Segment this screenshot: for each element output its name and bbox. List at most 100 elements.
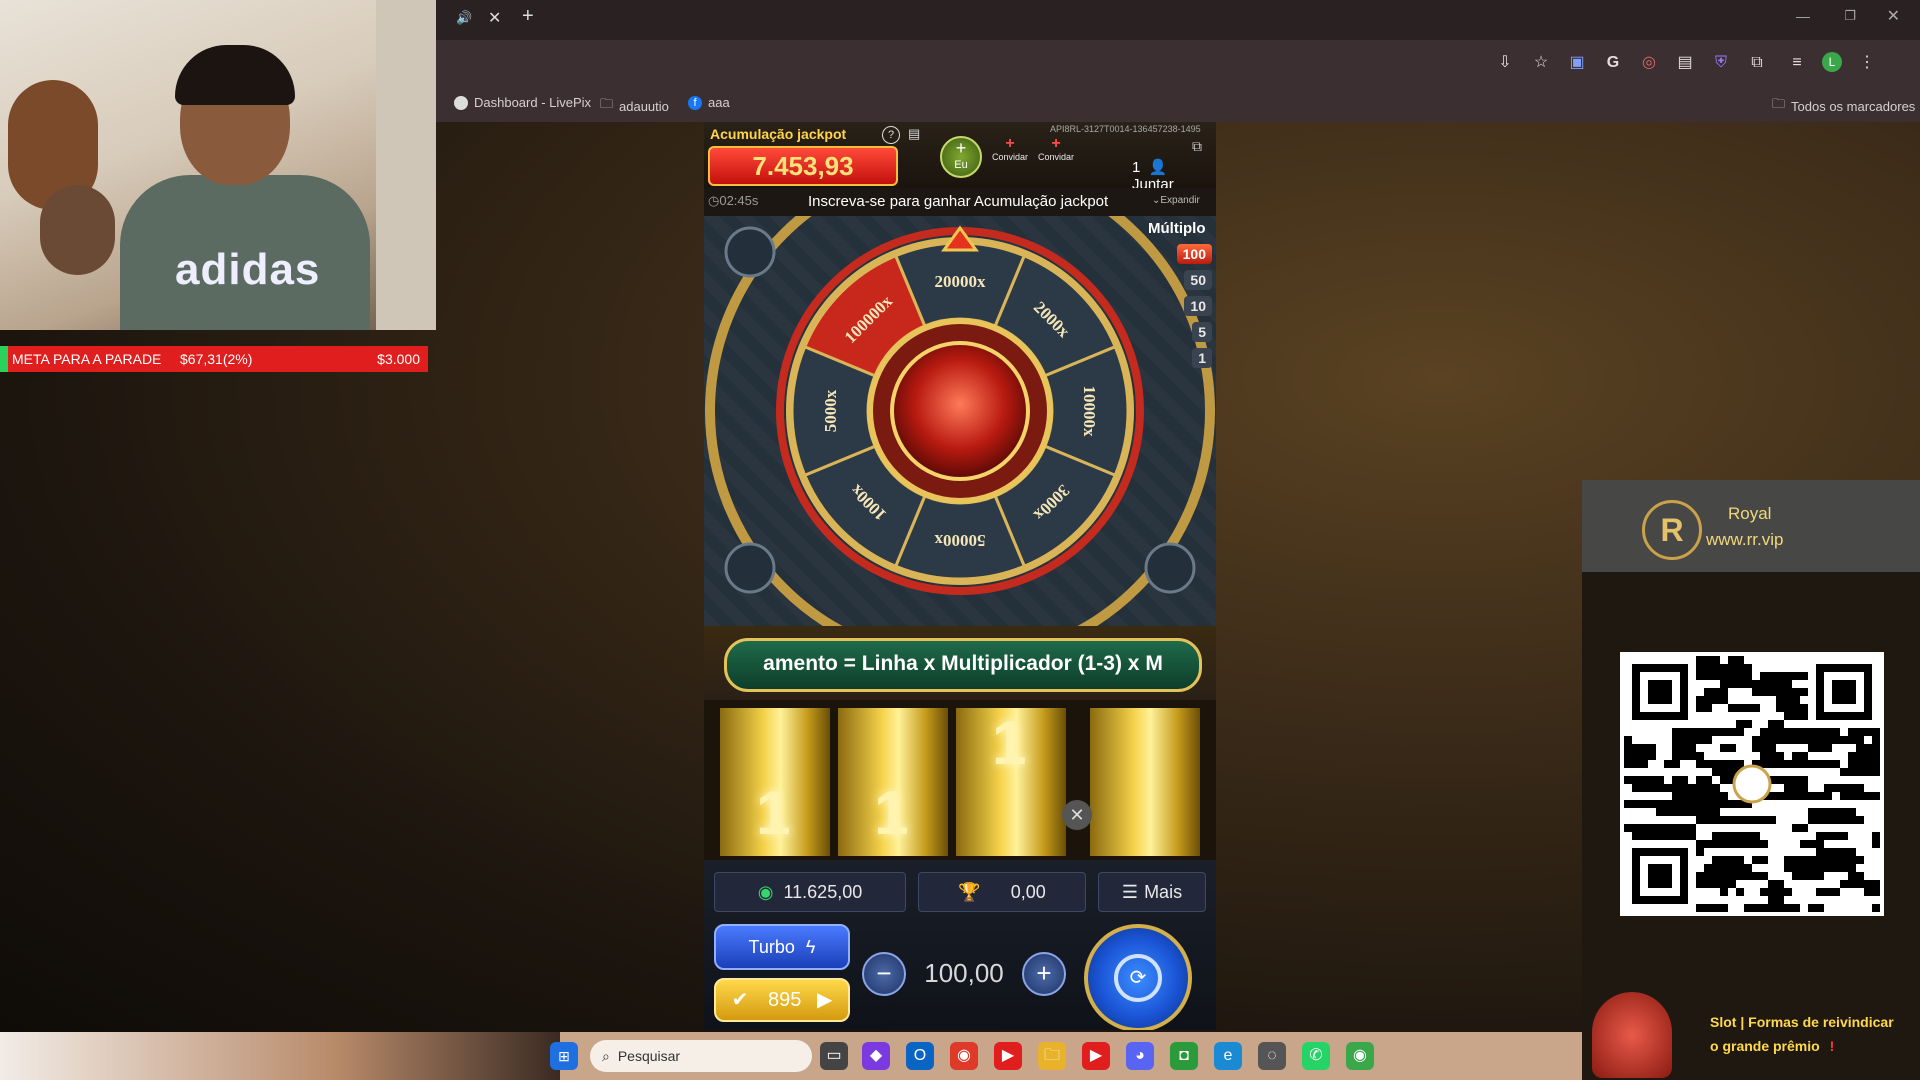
clock-icon: ◷ [708, 193, 720, 208]
help-icon[interactable]: ? [882, 126, 900, 144]
all-bookmarks[interactable]: 🗀 Todos os marcadores [1772, 95, 1915, 117]
globe-icon[interactable] [890, 341, 1030, 481]
reel: 1 [956, 708, 1066, 856]
speaker-icon[interactable]: 🔊 [456, 10, 472, 26]
edge-icon[interactable]: e [1214, 1042, 1242, 1070]
search-icon: ⌕ [602, 1047, 610, 1064]
goal-progress-fill [0, 346, 8, 372]
task-view-icon[interactable]: ▭ [820, 1042, 848, 1070]
invite-button[interactable]: + Convidar [988, 135, 1032, 163]
goal-target: $3.000 [377, 351, 420, 367]
jackpot-title: Acumulação jackpot [710, 126, 847, 142]
bookmark-livepix[interactable]: Dashboard - LivePix [454, 95, 591, 110]
multiplier-badge: 100 [1176, 244, 1212, 264]
reel: 1 [838, 708, 948, 856]
chrome-profile-icon[interactable]: ◉ [1346, 1042, 1374, 1070]
youtube-icon[interactable]: ▶ [994, 1042, 1022, 1070]
media-icon[interactable]: ≡ [1786, 52, 1808, 74]
list-icon[interactable]: ▤ [908, 126, 920, 142]
grammarly-icon[interactable]: G [1602, 52, 1624, 74]
taskbar-search[interactable]: ⌕ Pesquisar [590, 1040, 812, 1072]
puzzle-icon[interactable]: ⧉ [1746, 52, 1768, 74]
wheel-segment-label: 10000x [1080, 386, 1099, 438]
reel: 1 [720, 708, 830, 856]
promo-banner[interactable]: Slot | Formas de reivindicar o grande pr… [1582, 984, 1920, 1080]
translate-icon[interactable]: ▣ [1566, 52, 1588, 74]
qr-code-image [1624, 656, 1880, 912]
gear-icon [724, 226, 776, 278]
new-tab-icon[interactable]: + [522, 5, 534, 28]
jackpot-bar: Acumulação jackpot ? ▤ 7.453,93 + Eu + Co… [704, 122, 1216, 193]
copilot-icon[interactable]: ◆ [862, 1042, 890, 1070]
android-icon[interactable]: ◘ [1170, 1042, 1198, 1070]
folder-icon[interactable]: 🗀 [1038, 1042, 1066, 1070]
donation-goal-bar: META PARA A PARADE $67,31(2%) $3.000 [0, 346, 428, 372]
plus-icon: + [955, 138, 967, 158]
sponsor-panel: R Royal www.rr.vip [1582, 480, 1920, 572]
windows-start-icon[interactable]: ⊞ [550, 1042, 578, 1070]
copy-icon[interactable]: ⧉ [1192, 138, 1202, 155]
turbo-button[interactable]: Turbo ϟ [714, 924, 850, 970]
invite-button[interactable]: + Convidar [1034, 136, 1078, 163]
user-icon: 👤 [1148, 159, 1168, 176]
subscribe-link[interactable]: Inscreva-se para ganhar Acumulação jackp… [808, 193, 1108, 210]
sponsor-name: Royal [1728, 504, 1772, 523]
extension-icon[interactable]: ▤ [1674, 52, 1696, 74]
play-icon: ▶ [816, 989, 833, 1011]
formula-banner: amento = Linha x Multiplicador (1-3) x M [704, 626, 1216, 700]
facebook-icon: f [688, 95, 702, 110]
bet-decrease-button[interactable]: − [862, 952, 906, 996]
qr-code [1620, 652, 1884, 916]
whatsapp-icon[interactable]: ✆ [1302, 1042, 1330, 1070]
minimize-icon[interactable]: — [1796, 8, 1810, 24]
multiplier-badge: 50 [1184, 270, 1212, 290]
reel [1090, 708, 1200, 856]
star-icon[interactable]: ☆ [1530, 52, 1552, 74]
outlook-icon[interactable]: O [906, 1042, 934, 1070]
close-tab-icon[interactable]: ✕ [488, 8, 501, 28]
jackpot-value: 7.453,93 [708, 146, 898, 186]
multiplier-badge: 5 [1192, 322, 1212, 342]
win-display: 🏆 0,00 [918, 872, 1086, 912]
autoplay-button[interactable]: ✔ 895 ▶ [714, 978, 850, 1022]
multiplier-title: Múltiplo [1148, 220, 1206, 237]
jackpot-wheel-area: 20000x 2000x 10000x 3000x 50000x 1000x 5000x 10… [704, 216, 1216, 626]
plush-toy [40, 185, 115, 275]
plus-icon: + [1005, 135, 1015, 152]
slot-game: Acumulação jackpot ? ▤ 7.453,93 + Eu + Co… [704, 122, 1216, 1030]
wheel-segment-label: 5000x [821, 389, 840, 432]
cast-icon[interactable]: ⇩ [1494, 52, 1516, 74]
chrome-icon[interactable]: ◉ [950, 1042, 978, 1070]
royal-logo-icon: R [1642, 500, 1702, 560]
webcam-feed: adidas [0, 0, 436, 330]
youtube-icon[interactable]: ▶ [1082, 1042, 1110, 1070]
bookmark-aaa[interactable]: f aaa [688, 95, 730, 110]
close-icon: ✕ [1062, 800, 1092, 830]
extension-icon[interactable]: ◎ [1638, 52, 1660, 74]
expand-button[interactable]: ⌄Expandir [1152, 195, 1200, 206]
toolbar: ⇩ ☆ ▣ G ◎ ▤ ⛨ ⧉ ≡ L ⋮ [436, 40, 1920, 86]
eu-button[interactable]: + Eu [940, 136, 982, 178]
trophy-icon: 🏆 [958, 882, 981, 902]
app-icon[interactable]: ◌ [1258, 1042, 1286, 1070]
more-button[interactable]: ☰ Mais [1098, 872, 1206, 912]
bet-increase-button[interactable]: + [1022, 952, 1066, 996]
bookmark-adauutio[interactable]: 🗀 adauutio [600, 95, 669, 117]
check-icon: ✔ [731, 989, 749, 1011]
multiplier-badge: 1 [1192, 348, 1212, 368]
balance-display: ◉ 11.625,00 [714, 872, 906, 912]
sponsor-url[interactable]: www.rr.vip [1706, 530, 1783, 550]
discord-icon[interactable]: ◕ [1126, 1042, 1154, 1070]
wallet-icon: ◉ [757, 882, 774, 902]
profile-avatar[interactable]: L [1822, 52, 1842, 72]
shirt-logo: adidas [175, 245, 321, 294]
jackpot-wheel: 20000x2000x10000x3000x50000x1000x5000x10… [705, 216, 1215, 626]
promo-line-1: Slot | Formas de reivindicar [1710, 1014, 1894, 1030]
kebab-menu-icon[interactable]: ⋮ [1856, 52, 1878, 74]
close-window-icon[interactable]: ✕ [1887, 6, 1900, 26]
hamburger-icon: ☰ [1121, 882, 1139, 902]
shield-icon[interactable]: ⛨ [1710, 52, 1732, 74]
restore-icon[interactable]: ❐ [1844, 8, 1856, 24]
spin-button[interactable]: ⟳ [1084, 924, 1192, 1030]
control-panel: ◉ 11.625,00 🏆 0,00 ☰ Mais Turbo ϟ ✔ 895 ▶ −… [704, 860, 1216, 1030]
